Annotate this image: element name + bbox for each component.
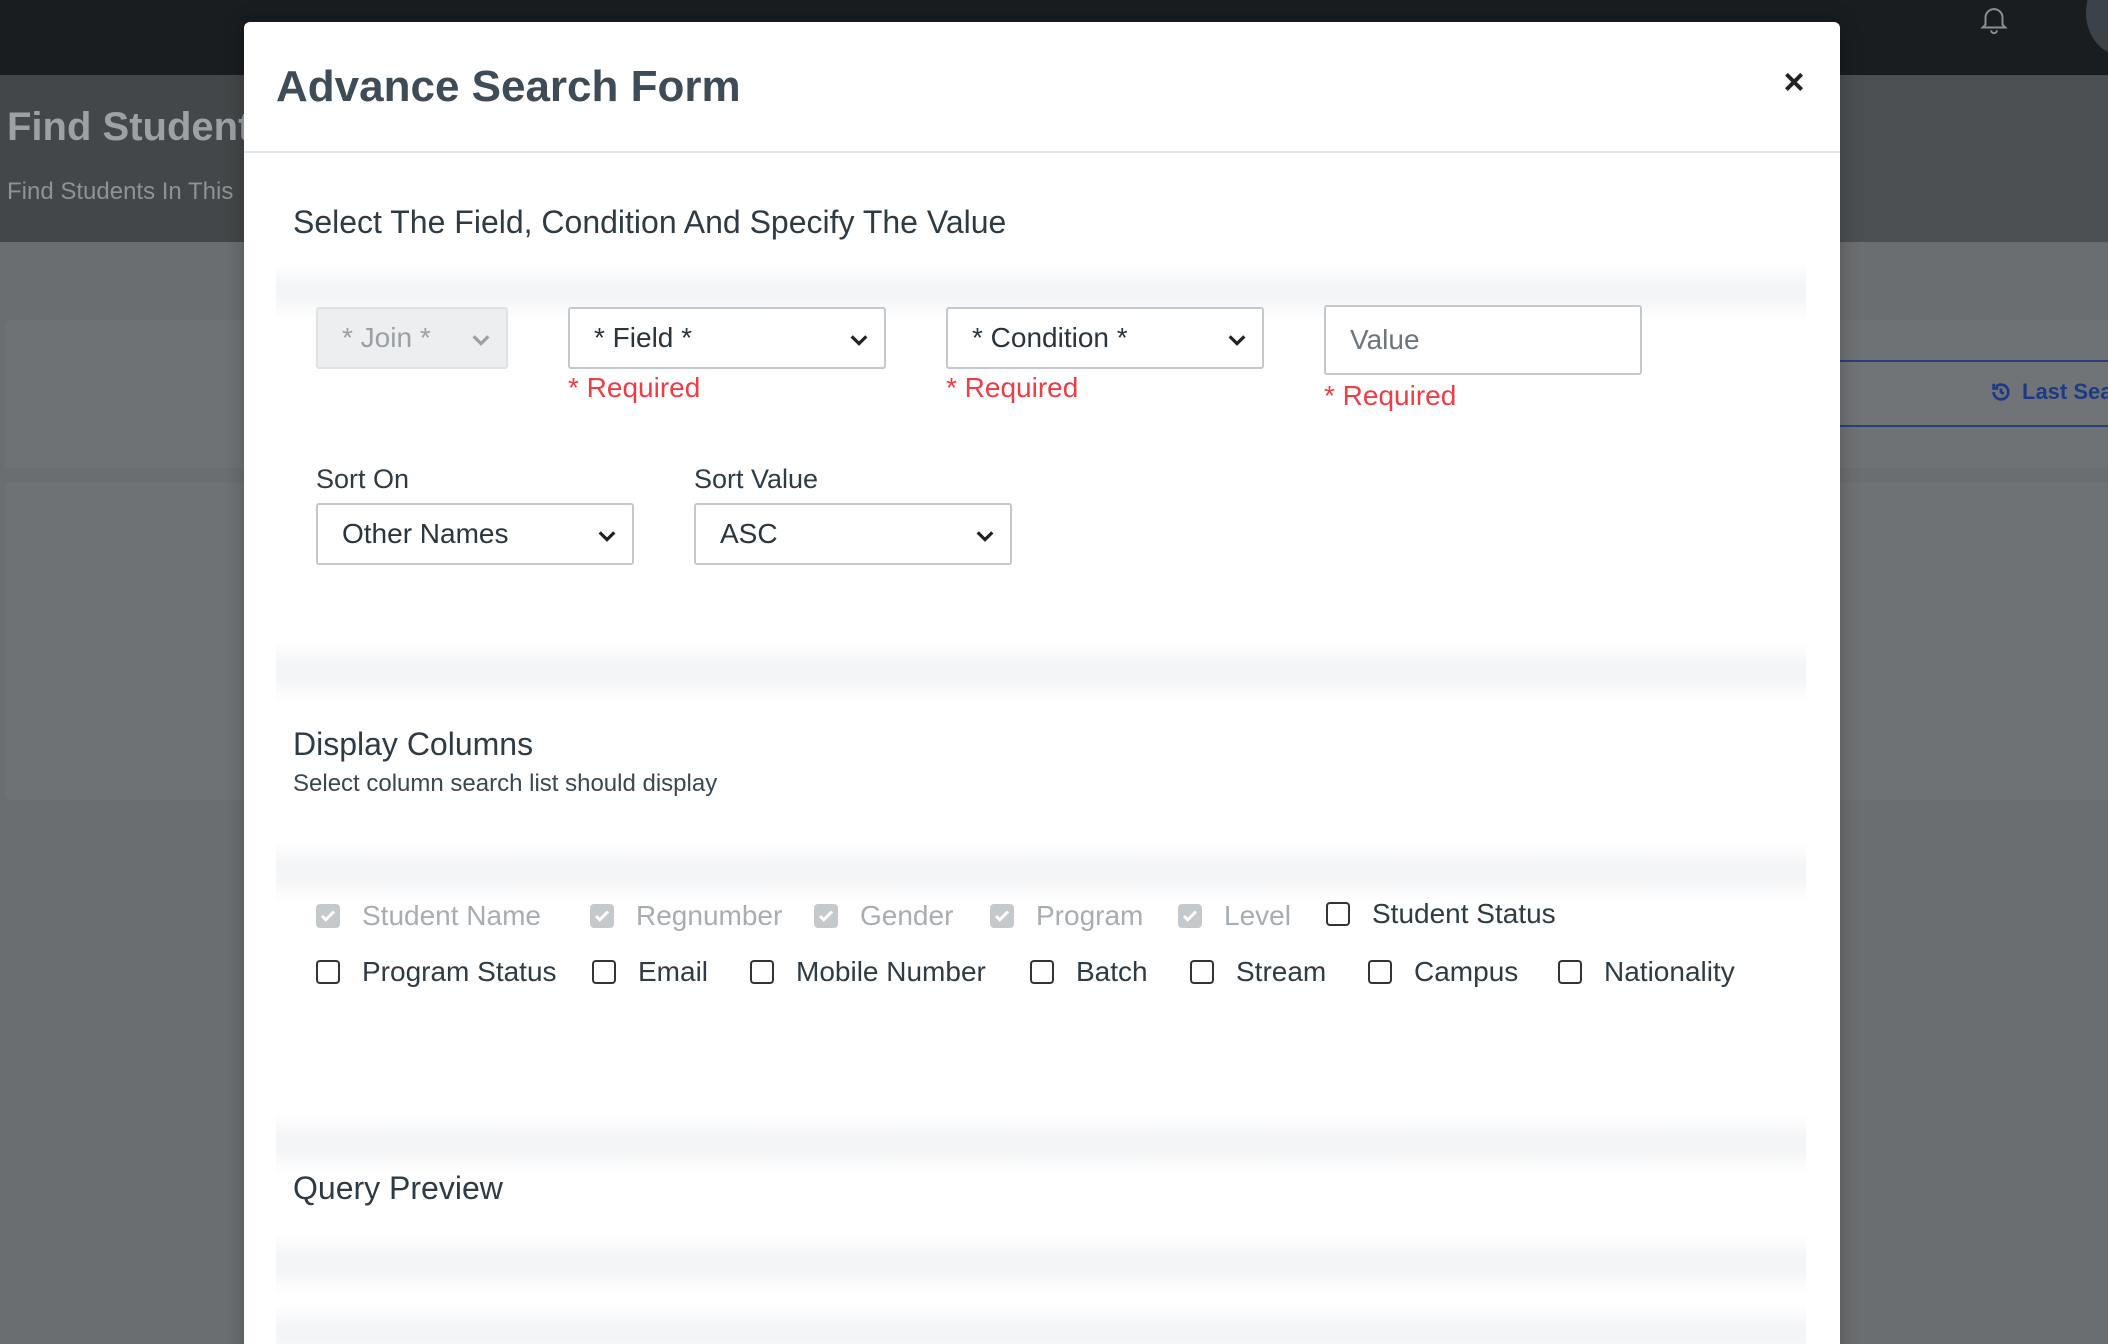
column-checkbox-stream[interactable]: Stream (1190, 956, 1326, 988)
column-checkbox-program[interactable]: Program (990, 900, 1143, 932)
column-label: Program (1036, 900, 1144, 931)
column-checkbox-mobile-number[interactable]: Mobile Number (750, 956, 986, 988)
sort-value-label: Sort Value (694, 464, 819, 494)
column-checkbox-campus[interactable]: Campus (1368, 956, 1518, 988)
sort-value-select-value: ASC (720, 518, 778, 549)
header-decoration (1800, 75, 2108, 242)
section-divider (276, 842, 1806, 902)
join-select[interactable]: * Join * (316, 307, 508, 369)
column-label: Mobile Number (796, 956, 986, 987)
column-checkbox-level[interactable]: Level (1178, 900, 1291, 932)
checkbox-checked[interactable] (590, 904, 614, 928)
section-divider (276, 1304, 1806, 1344)
modal-title: Advance Search Form (276, 62, 741, 111)
column-checkbox-program-status[interactable]: Program Status (316, 956, 557, 988)
checkbox-unchecked[interactable] (1190, 960, 1214, 984)
bell-icon[interactable] (1977, 2, 2011, 36)
value-required-text: * Required (1324, 380, 1457, 411)
checkbox-unchecked[interactable] (750, 960, 774, 984)
display-columns-title: Display Columns (293, 726, 534, 762)
column-label: Program Status (362, 956, 557, 987)
check-icon (320, 910, 336, 922)
section-divider (276, 1114, 1806, 1174)
check-icon (1182, 910, 1198, 922)
column-label: Campus (1414, 956, 1519, 987)
checkbox-checked[interactable] (814, 904, 838, 928)
column-label: Regnumber (636, 900, 783, 931)
sort-on-select[interactable]: Other Names (316, 503, 634, 565)
checkbox-unchecked[interactable] (1368, 960, 1392, 984)
condition-required-text: * Required (946, 372, 1079, 403)
join-select-value: * Join * (342, 322, 431, 353)
field-required-text: * Required (568, 372, 701, 403)
column-label: Level (1224, 900, 1291, 931)
display-columns-description: Select column search list should display (293, 770, 718, 797)
column-label: Email (638, 956, 709, 987)
sort-on-label: Sort On (316, 464, 410, 494)
value-input[interactable] (1324, 305, 1642, 375)
chevron-down-icon (976, 531, 994, 542)
advance-search-modal: Advance Search Form × Select The Field, … (244, 22, 1840, 1344)
column-checkbox-student-status[interactable]: Student Status (1326, 898, 1556, 930)
column-checkbox-email[interactable]: Email (592, 956, 708, 988)
checkbox-unchecked[interactable] (316, 960, 340, 984)
sort-on-select-value: Other Names (342, 518, 509, 549)
modal-header: Advance Search Form × (244, 22, 1840, 153)
column-label: Batch (1076, 956, 1148, 987)
section-divider (276, 1234, 1806, 1294)
column-label: Student Name (362, 900, 541, 931)
history-icon (1992, 383, 2010, 401)
sort-value-select[interactable]: ASC (694, 503, 1012, 565)
column-label: Nationality (1604, 956, 1735, 987)
last-search-label: Last Sea (2022, 379, 2108, 404)
column-checkbox-gender[interactable]: Gender (814, 900, 953, 932)
column-checkbox-batch[interactable]: Batch (1030, 956, 1148, 988)
column-label: Student Status (1372, 898, 1556, 929)
checkbox-unchecked[interactable] (1030, 960, 1054, 984)
chevron-down-icon (850, 335, 868, 346)
condition-select-value: * Condition * (972, 322, 1128, 353)
column-checkbox-regnumber[interactable]: Regnumber (590, 900, 782, 932)
condition-select[interactable]: * Condition * (946, 307, 1264, 369)
column-label: Stream (1236, 956, 1327, 987)
page-title: Find Students (7, 105, 274, 149)
column-checkbox-student-name[interactable]: Student Name (316, 900, 541, 932)
column-checkbox-nationality[interactable]: Nationality (1558, 956, 1735, 988)
checkbox-unchecked[interactable] (1326, 902, 1350, 926)
chevron-down-icon (1228, 335, 1246, 346)
checkbox-unchecked[interactable] (592, 960, 616, 984)
check-icon (594, 910, 610, 922)
checkbox-unchecked[interactable] (1558, 960, 1582, 984)
field-select[interactable]: * Field * (568, 307, 886, 369)
chevron-down-icon (472, 335, 490, 346)
last-search-link[interactable]: Last Sea (1990, 379, 2108, 405)
check-icon (818, 910, 834, 922)
criteria-section-title: Select The Field, Condition And Specify … (293, 204, 1007, 240)
checkbox-checked[interactable] (990, 904, 1014, 928)
query-preview-title: Query Preview (293, 1170, 503, 1206)
section-divider (276, 642, 1806, 702)
column-label: Gender (860, 900, 954, 931)
checkbox-checked[interactable] (316, 904, 340, 928)
check-icon (994, 910, 1010, 922)
checkbox-checked[interactable] (1178, 904, 1202, 928)
chevron-down-icon (598, 531, 616, 542)
close-button[interactable]: × (1774, 62, 1814, 102)
page-subtitle: Find Students In This (7, 178, 234, 205)
field-select-value: * Field * (594, 322, 693, 353)
